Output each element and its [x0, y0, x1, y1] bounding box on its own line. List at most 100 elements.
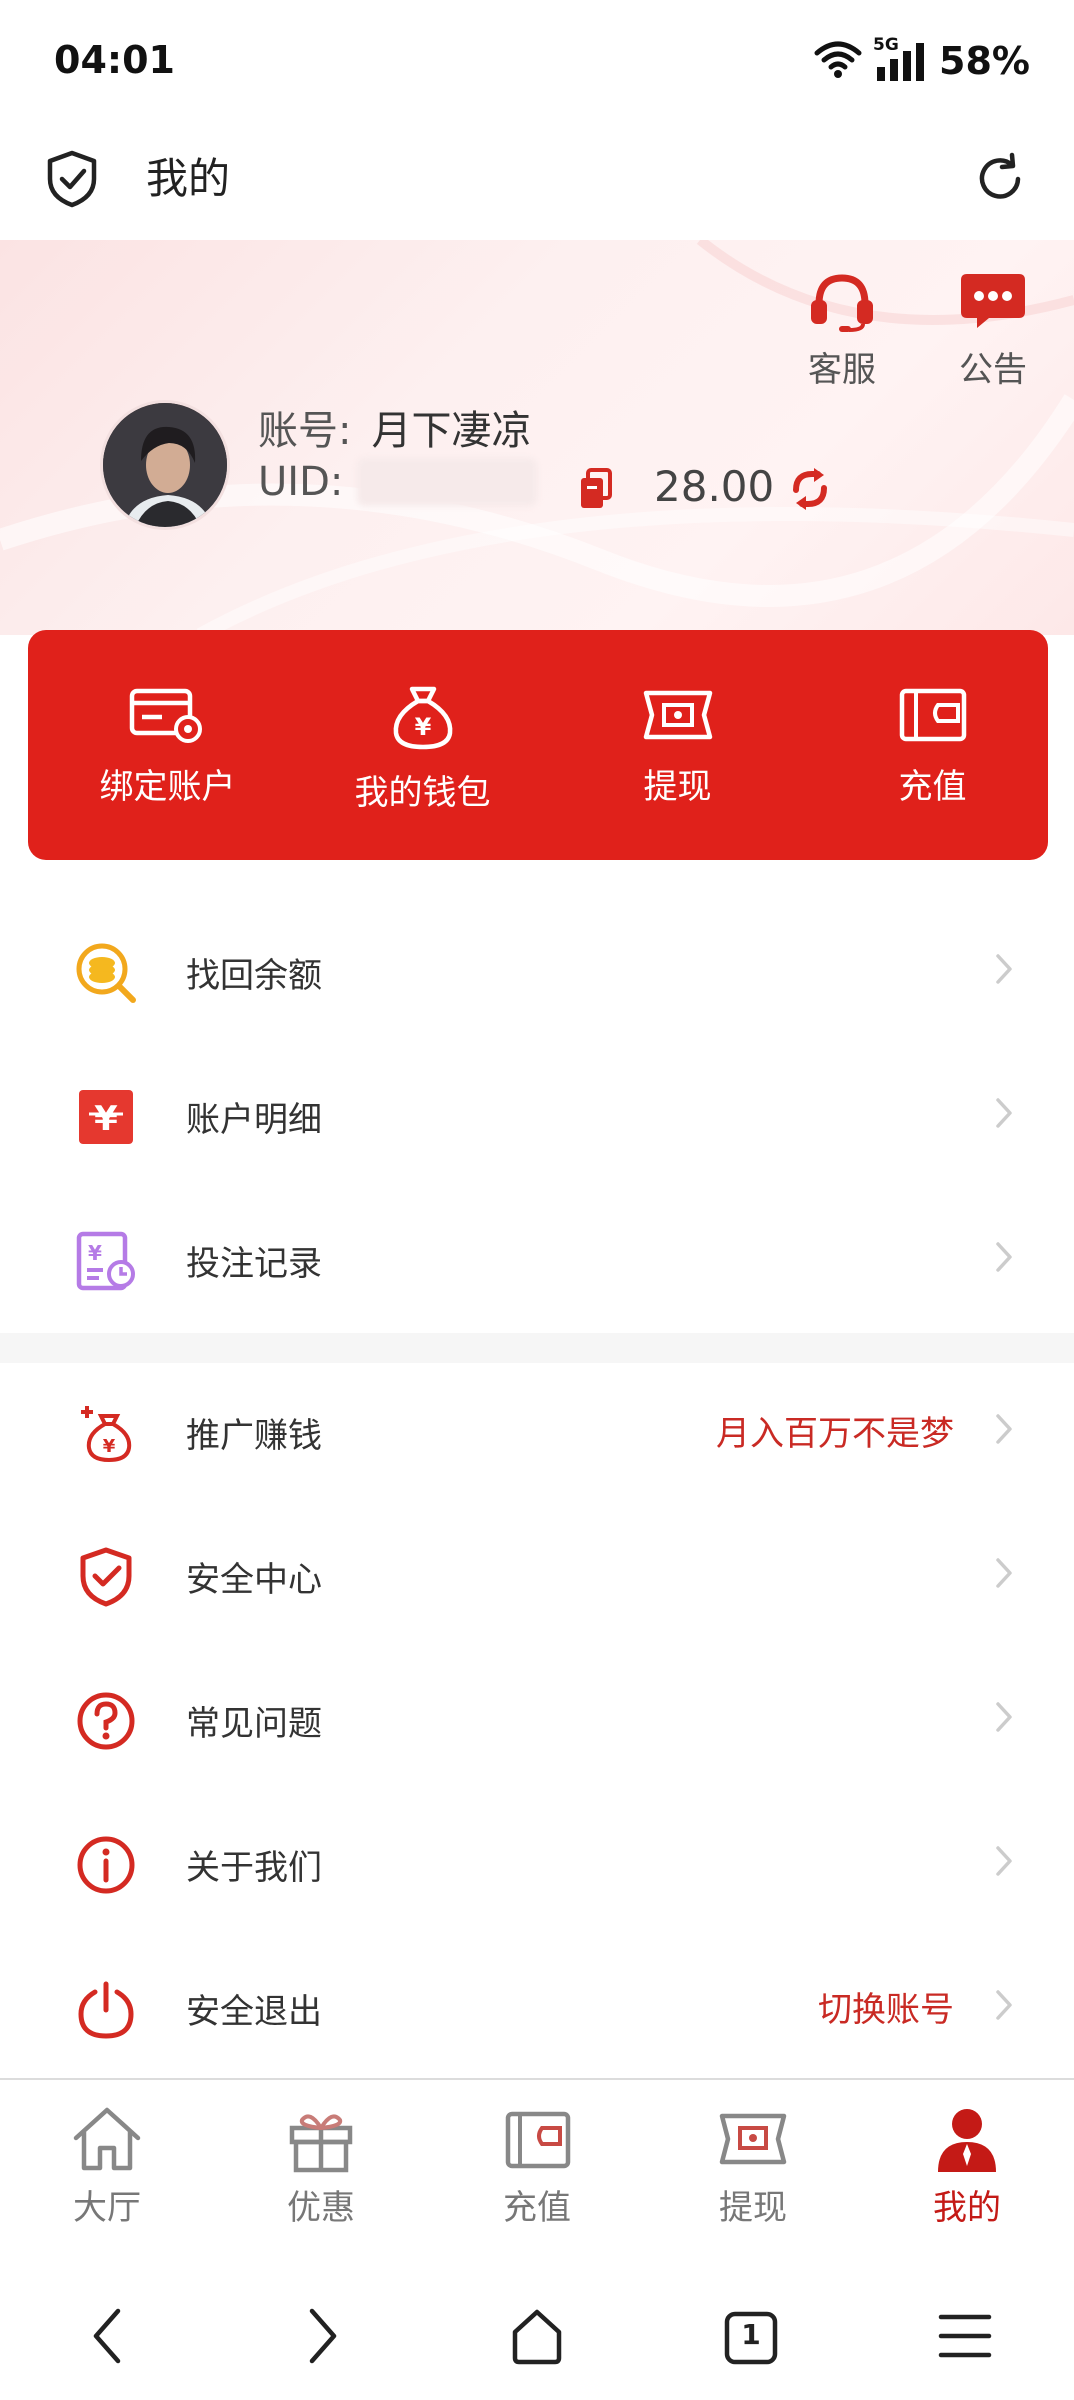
coin-search-icon [75, 942, 137, 1004]
svg-text:¥: ¥ [414, 713, 431, 741]
tab-label: 大厅 [73, 2188, 141, 2228]
uid-row: UID: [258, 458, 538, 506]
account-label: 账号: [258, 408, 352, 454]
withdraw-button[interactable]: 提现 [550, 685, 805, 808]
menu-label: 关于我们 [186, 1848, 322, 1888]
chevron-right-icon [994, 1096, 1014, 1134]
action-label: 充值 [898, 767, 967, 807]
refresh-balance-icon[interactable] [788, 468, 832, 514]
home-button[interactable] [492, 2298, 582, 2378]
svg-text:¥: ¥ [94, 1099, 118, 1139]
forward-button[interactable] [278, 2298, 368, 2378]
menu-item-security-center[interactable]: 安全中心 [0, 1504, 1074, 1648]
menu-item-logout[interactable]: 安全退出 切换账号 [0, 1936, 1074, 2080]
tabs-button[interactable]: 1 [706, 2298, 796, 2378]
action-label: 绑定账户 [99, 767, 236, 807]
power-icon [75, 1978, 137, 2040]
question-icon [75, 1690, 137, 1752]
account-row: 账号: 月下凄凉 [258, 398, 531, 456]
section-divider [0, 1333, 1074, 1363]
card-settings-icon [128, 688, 208, 749]
wifi-icon [813, 39, 863, 83]
battery-level: 58% [939, 39, 1030, 83]
home-icon [70, 2107, 144, 2178]
gift-icon [284, 2114, 358, 2178]
app-header: 我的 [0, 125, 1074, 240]
menu-label: 账户明细 [186, 1100, 322, 1140]
back-button[interactable] [62, 2298, 152, 2378]
tab-label: 充值 [503, 2188, 571, 2228]
tab-mine[interactable]: 我的 [860, 2104, 1074, 2229]
browser-nav-bar: 1 [0, 2278, 1074, 2400]
menu-button[interactable] [920, 2298, 1010, 2378]
svg-text:¥: ¥ [103, 1436, 116, 1457]
chevron-right-icon [306, 2307, 340, 2369]
cash-ticket-icon [716, 2113, 790, 2178]
user-icon [930, 2109, 1004, 2178]
shield-check-icon [75, 1546, 137, 1608]
status-indicators: 5G 58% [813, 35, 1030, 86]
menu-item-about-us[interactable]: 关于我们 [0, 1792, 1074, 1936]
house-outline-icon [507, 2306, 567, 2370]
promote-money-icon: ¥ [75, 1402, 137, 1464]
promo-slogan: 月入百万不是梦 [716, 1414, 954, 1454]
bind-account-button[interactable]: 绑定账户 [40, 685, 295, 808]
announcement-label: 公告 [959, 350, 1027, 390]
page-title: 我的 [146, 154, 231, 203]
cellular-signal-icon: 5G [873, 35, 929, 83]
menu-label: 投注记录 [186, 1244, 322, 1284]
chevron-right-icon [994, 1844, 1014, 1882]
profile-hero: 客服 公告 账号: 月下凄凉 UID: 28.00 [0, 240, 1074, 635]
my-wallet-button[interactable]: ¥ 我的钱包 [295, 685, 550, 814]
account-name: 月下凄凉 [371, 408, 532, 454]
tab-withdraw[interactable]: 提现 [646, 2104, 860, 2229]
menu-item-bet-records[interactable]: ¥ 投注记录 [0, 1188, 1074, 1332]
avatar[interactable] [100, 400, 230, 530]
chevron-right-icon [994, 1240, 1014, 1278]
switch-account-link[interactable]: 切换账号 [818, 1982, 954, 2031]
money-bag-icon: ¥ [388, 686, 458, 755]
refresh-icon[interactable] [972, 151, 1028, 211]
tab-label: 提现 [719, 2188, 787, 2228]
yen-ledger-icon: ¥ [75, 1086, 137, 1148]
action-label: 提现 [643, 767, 712, 807]
menu-label: 安全中心 [186, 1560, 322, 1600]
tab-label: 我的 [933, 2188, 1001, 2228]
chat-bubble-icon [959, 274, 1027, 336]
menu-item-promote-earn[interactable]: ¥ 推广赚钱 月入百万不是梦 [0, 1360, 1074, 1504]
wallet-icon [898, 688, 968, 749]
bet-record-icon: ¥ [75, 1230, 137, 1292]
svg-text:¥: ¥ [88, 1241, 102, 1265]
ticket-cash-icon [640, 690, 716, 749]
tab-lobby[interactable]: 大厅 [0, 2104, 214, 2229]
chevron-right-icon [994, 952, 1014, 990]
status-time: 04:01 [54, 38, 175, 82]
recharge-button[interactable]: 充值 [805, 685, 1060, 808]
headset-icon [805, 274, 879, 336]
wallet-icon [500, 2111, 574, 2178]
tab-recharge[interactable]: 充值 [430, 2104, 644, 2229]
uid-label: UID: [258, 459, 344, 505]
menu-item-recover-balance[interactable]: 找回余额 [0, 900, 1074, 1044]
announcement-button[interactable]: 公告 [938, 270, 1048, 391]
menu-label: 推广赚钱 [186, 1416, 322, 1456]
customer-service-button[interactable]: 客服 [787, 270, 897, 391]
action-label: 我的钱包 [354, 773, 491, 813]
chevron-right-icon [994, 1988, 1014, 2026]
chevron-right-icon [994, 1700, 1014, 1738]
bottom-tab-bar: 大厅 优惠 充值 提现 我的 [0, 2078, 1074, 2278]
info-icon [75, 1834, 137, 1896]
chevron-right-icon [994, 1556, 1014, 1594]
hamburger-icon [937, 2311, 993, 2365]
status-bar: 04:01 5G 58% [0, 0, 1074, 125]
tab-promotions[interactable]: 优惠 [214, 2104, 428, 2229]
copy-icon[interactable] [578, 468, 614, 514]
tab-count-icon: 1 [723, 2310, 779, 2366]
menu-item-account-details[interactable]: ¥ 账户明细 [0, 1044, 1074, 1188]
menu-label: 安全退出 [186, 1992, 322, 2032]
menu-label: 常见问题 [186, 1704, 322, 1744]
menu-item-faq[interactable]: 常见问题 [0, 1648, 1074, 1792]
shield-logo-icon [44, 149, 100, 213]
menu-label: 找回余额 [186, 956, 322, 996]
quick-actions-card: 绑定账户 ¥ 我的钱包 提现 充值 [28, 630, 1048, 860]
